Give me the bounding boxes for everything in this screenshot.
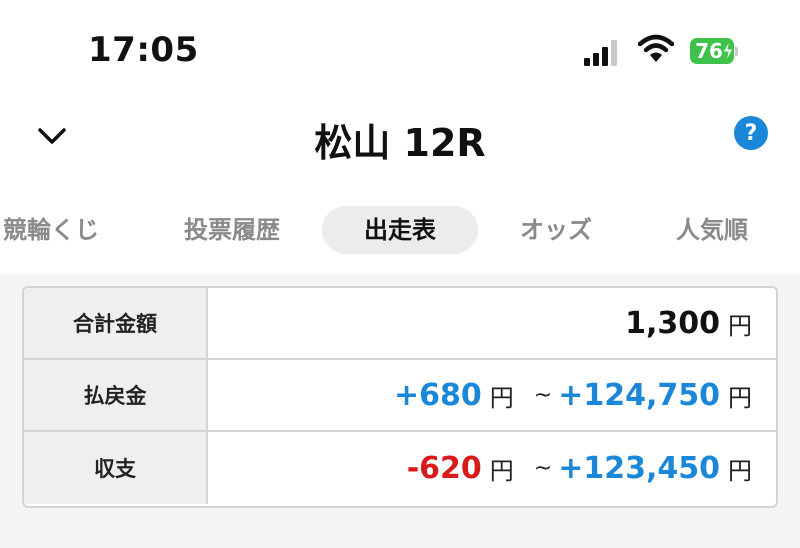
- payout-range-tilde: ~: [533, 382, 553, 408]
- summary-panel: 合計金額 1,300 円 払戻金 +680 円 ~ +124,750 円 収支 …: [0, 274, 800, 548]
- battery-level: 76: [695, 39, 723, 63]
- tab-keirin-kuji[interactable]: 競輪くじ: [0, 206, 106, 254]
- question-icon: ?: [744, 120, 758, 146]
- signal-icon: [584, 40, 618, 66]
- balance-range-tilde: ~: [533, 455, 553, 481]
- status-time: 17:05: [88, 30, 199, 70]
- total-amount-row: 合計金額 1,300 円: [24, 288, 776, 360]
- balance-min: -620: [406, 450, 482, 486]
- tab-bar: 競輪くじ 投票履歴 出走表 オッズ 人気順: [0, 206, 800, 258]
- status-bar: 17:05 76: [0, 0, 800, 100]
- help-button[interactable]: ?: [734, 116, 768, 150]
- tab-popularity[interactable]: 人気順: [660, 206, 764, 254]
- balance-min-unit: 円: [489, 456, 514, 485]
- payout-max-unit: 円: [728, 383, 752, 412]
- balance-row: 収支 -620 円 ~ +123,450 円: [24, 432, 776, 504]
- balance-label: 収支: [24, 432, 208, 504]
- payout-value: +680 円 ~ +124,750 円: [394, 360, 752, 430]
- nav-header: 松山 12R ?: [0, 100, 800, 170]
- wifi-icon: [638, 34, 674, 62]
- payout-label: 払戻金: [24, 360, 208, 430]
- charging-bolt-icon: [722, 40, 734, 62]
- payout-min-unit: 円: [489, 383, 514, 412]
- tab-vote-history[interactable]: 投票履歴: [170, 206, 294, 254]
- total-amount: 1,300: [625, 305, 720, 341]
- payout-max: +124,750: [558, 377, 720, 413]
- balance-max-unit: 円: [728, 456, 752, 485]
- total-amount-value: 1,300 円: [625, 288, 752, 358]
- total-unit: 円: [728, 311, 752, 340]
- payout-row: 払戻金 +680 円 ~ +124,750 円: [24, 360, 776, 432]
- tab-race-card[interactable]: 出走表: [322, 206, 478, 254]
- balance-value: -620 円 ~ +123,450 円: [407, 432, 752, 504]
- total-amount-label: 合計金額: [24, 288, 208, 358]
- summary-table: 合計金額 1,300 円 払戻金 +680 円 ~ +124,750 円 収支 …: [22, 286, 778, 508]
- tab-odds[interactable]: オッズ: [506, 206, 606, 254]
- balance-max: +123,450: [558, 450, 720, 486]
- battery-icon: 76: [690, 38, 738, 66]
- page-title: 松山 12R: [314, 121, 486, 165]
- payout-min: +680: [394, 377, 482, 413]
